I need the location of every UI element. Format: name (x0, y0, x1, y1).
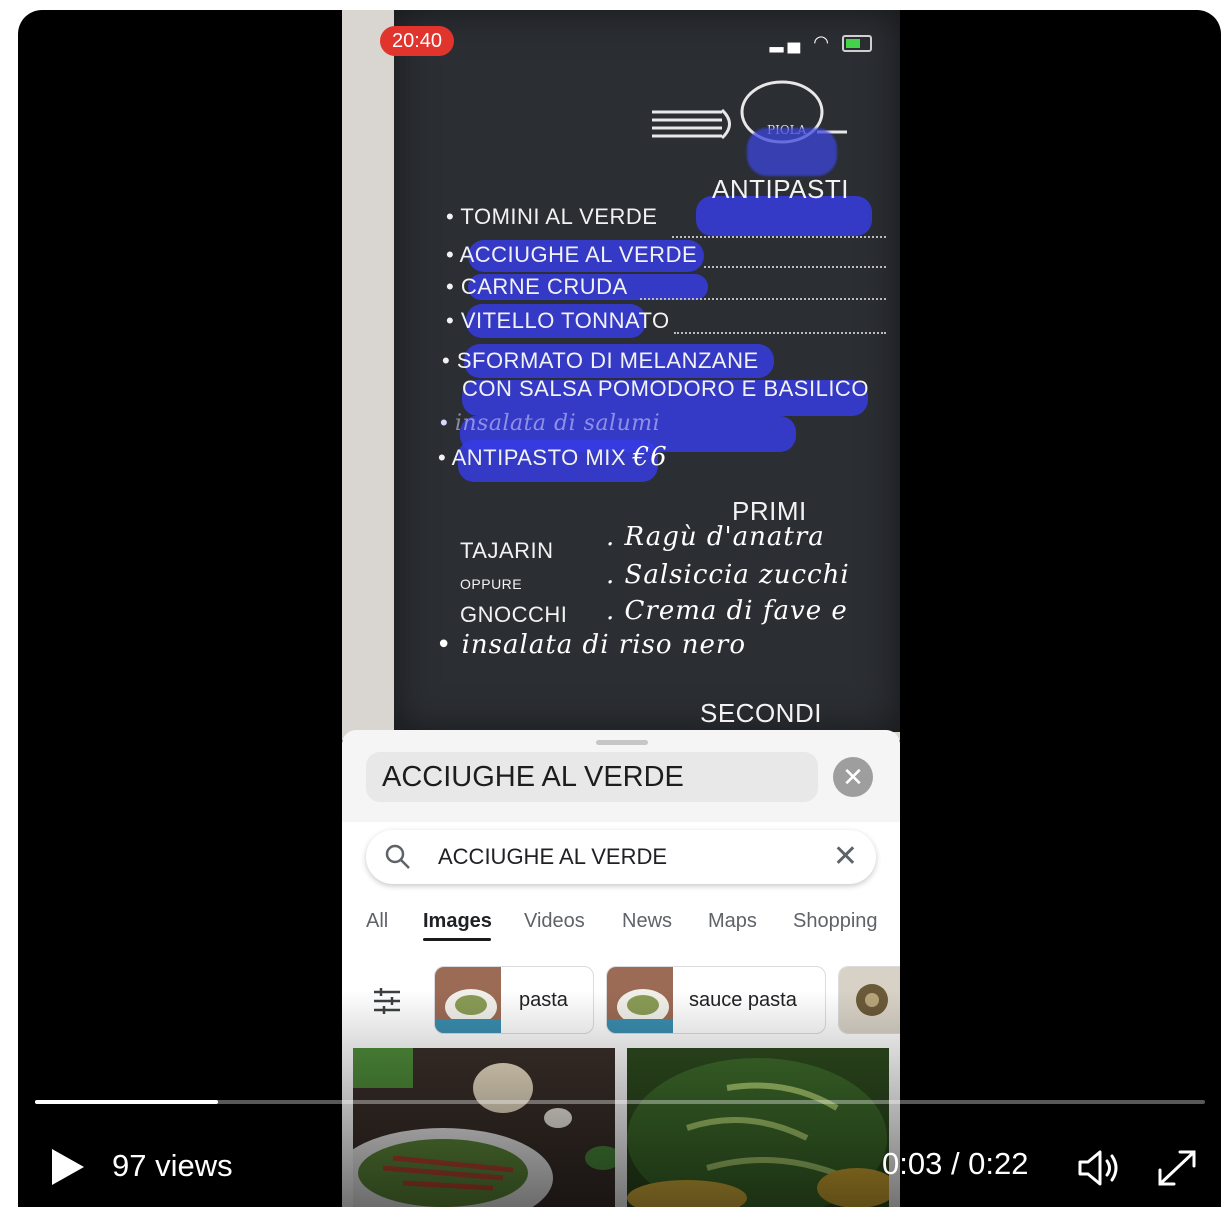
battery-icon (842, 34, 872, 52)
menu-item: • ACCIUGHE AL VERDE (446, 242, 698, 267)
menu-item: CON SALSA POMODORO E BASILICO (462, 376, 869, 401)
menu-item-crossed: • insalata di salumi (440, 410, 661, 436)
dotted-line (640, 298, 886, 300)
status-icons: ▂▄ ◠ (770, 32, 872, 53)
lens-bottom-sheet: ACCIUGHE AL VERDE ✕ ACCIUGHE AL VERDE ✕ … (342, 730, 900, 1207)
view-count: 97 views (112, 1148, 233, 1183)
chip-label: pasta (519, 989, 568, 1011)
play-icon[interactable] (48, 1146, 88, 1188)
search-input[interactable]: ACCIUGHE AL VERDE (438, 830, 667, 884)
volume-icon[interactable] (1076, 1146, 1122, 1190)
primi-handwritten: . Ragù d'anatra (606, 522, 825, 552)
menu-item: • SFORMATO DI MELANZANE (442, 348, 759, 373)
section-secondi: SECONDI (700, 698, 822, 728)
video-progress-fill (35, 1100, 218, 1104)
highlight-blob (747, 128, 837, 176)
dotted-line (674, 332, 886, 334)
video-player[interactable]: 20:40 ▂▄ ◠ PIOLA ANTIPASTI PRIMI SECONDI… (18, 10, 1221, 1207)
image-result[interactable] (353, 1048, 615, 1207)
status-time: 20:40 (380, 26, 455, 56)
signal-icon: ▂▄ (769, 32, 805, 52)
chip-partial[interactable] (838, 966, 900, 1034)
tab-maps[interactable]: Maps (708, 910, 757, 933)
search-bar[interactable]: ACCIUGHE AL VERDE ✕ (366, 830, 876, 884)
chip-thumbnail (839, 967, 900, 1033)
primi-left: GNOCCHI (460, 602, 568, 627)
chip-thumbnail (607, 967, 673, 1033)
active-tab-indicator (423, 938, 491, 941)
search-icon (385, 844, 410, 869)
lens-selected-text[interactable]: ACCIUGHE AL VERDE (366, 752, 818, 802)
video-progress-bar[interactable] (35, 1100, 1205, 1104)
menu-item: • ANTIPASTO MIX €6 (438, 442, 668, 472)
tab-videos[interactable]: Videos (524, 910, 585, 933)
search-tabs: All Images Videos News Maps Shopping (342, 902, 900, 942)
chip-label: sauce pasta (689, 989, 797, 1011)
sheet-grabber[interactable] (596, 740, 648, 745)
primi-handwritten: . Crema di fave e (606, 596, 848, 626)
primi-left: OPPURE (460, 576, 523, 592)
tab-shopping[interactable]: Shopping (793, 910, 878, 933)
clear-search-icon[interactable]: ✕ (833, 830, 858, 884)
image-result[interactable] (627, 1048, 889, 1207)
phone-screen-recording: 20:40 ▂▄ ◠ PIOLA ANTIPASTI PRIMI SECONDI… (342, 10, 900, 1207)
wifi-icon: ◠ (813, 32, 833, 52)
primi-handwritten: • insalata di riso nero (436, 630, 746, 660)
chip-sauce-pasta[interactable]: sauce pasta (606, 966, 826, 1034)
filter-icon[interactable] (372, 986, 402, 1016)
video-time: 0:03 / 0:22 (882, 1146, 1029, 1181)
tab-news[interactable]: News (622, 910, 672, 933)
primi-handwritten: . Salsiccia zucchi (606, 560, 850, 590)
search-results: ACCIUGHE AL VERDE ✕ All Images Videos Ne… (342, 822, 900, 1207)
chip-thumbnail (435, 967, 501, 1033)
section-antipasti: ANTIPASTI (712, 174, 849, 204)
dotted-line (704, 266, 886, 268)
tab-all[interactable]: All (366, 910, 388, 933)
menu-item: • TOMINI AL VERDE (446, 204, 658, 229)
chip-pasta[interactable]: pasta (434, 966, 594, 1034)
lens-close-icon[interactable]: ✕ (833, 757, 873, 797)
menu-item: • CARNE CRUDA (446, 274, 628, 299)
fullscreen-icon[interactable] (1154, 1146, 1200, 1190)
dotted-line (672, 236, 886, 238)
tab-images[interactable]: Images (423, 910, 492, 933)
primi-left: TAJARIN (460, 538, 554, 563)
menu-item: • VITELLO TONNATO (446, 308, 670, 333)
